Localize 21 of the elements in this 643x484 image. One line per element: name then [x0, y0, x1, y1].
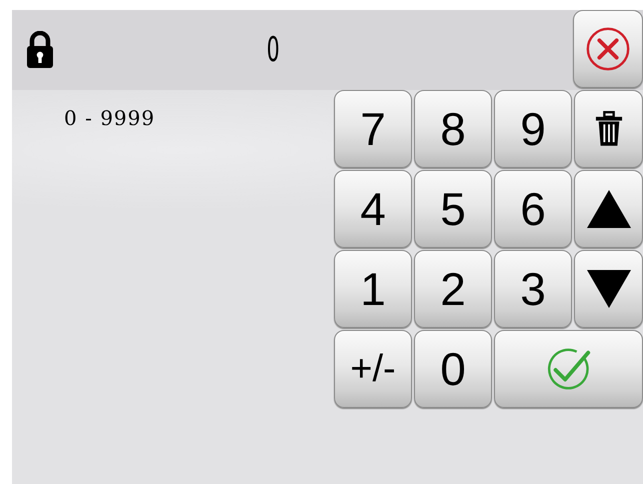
key-button[interactable]: 3 [494, 250, 572, 328]
key-button[interactable]: +/- [334, 330, 412, 408]
trash-icon [594, 111, 622, 147]
key-button[interactable]: 4 [334, 170, 412, 248]
key-button[interactable]: 9 [494, 90, 572, 168]
up-triangle-icon [586, 190, 630, 228]
cancel-button[interactable] [573, 10, 643, 88]
key-button[interactable]: 0 [414, 330, 492, 408]
value-display: 0 [266, 30, 281, 70]
up-button[interactable] [574, 170, 643, 248]
key-button[interactable]: 2 [414, 250, 492, 328]
key-button[interactable]: 1 [334, 250, 412, 328]
close-icon [584, 25, 632, 73]
key-button[interactable]: 6 [494, 170, 572, 248]
delete-button[interactable] [574, 90, 643, 168]
range-label: 0 - 9999 [64, 106, 156, 130]
key-button[interactable]: 7 [334, 90, 412, 168]
key-button[interactable]: 5 [414, 170, 492, 248]
down-button[interactable] [574, 250, 643, 328]
down-triangle-icon [586, 270, 630, 308]
key-button[interactable]: 8 [414, 90, 492, 168]
